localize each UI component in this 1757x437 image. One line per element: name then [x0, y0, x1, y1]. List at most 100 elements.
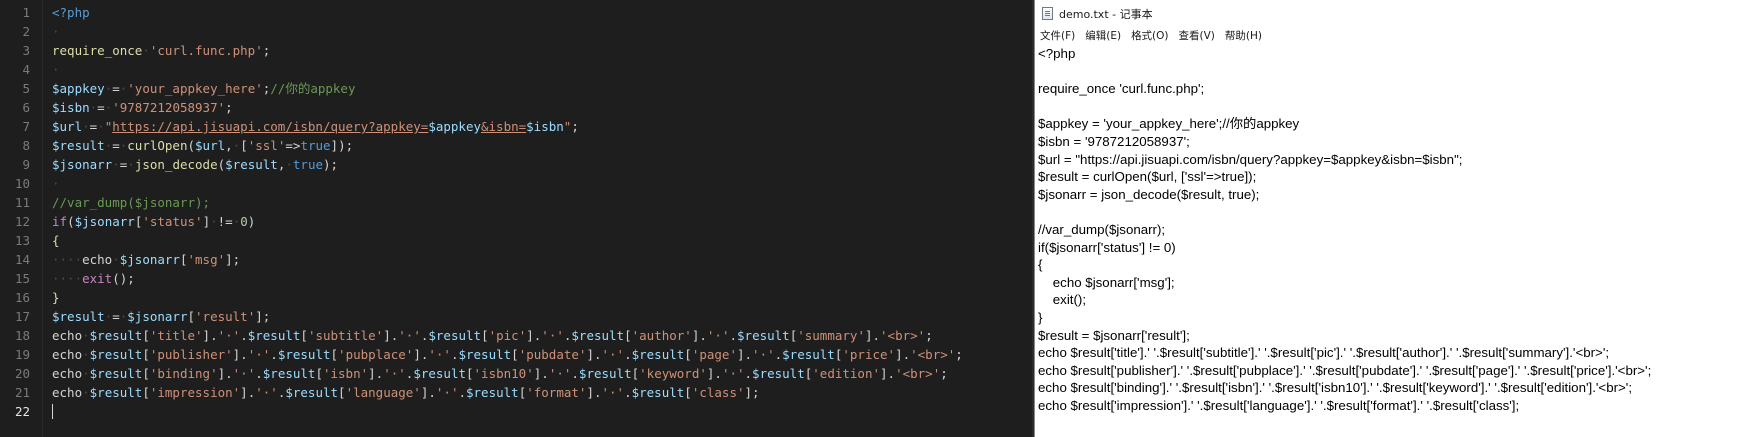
code-line[interactable]: · [52, 174, 60, 193]
code-token: [ [511, 347, 519, 362]
menu-view[interactable]: 查看(V) [1174, 27, 1220, 45]
code-token: ; [225, 100, 233, 115]
code-token: ···· [52, 271, 83, 286]
code-line[interactable]: $isbn·=·'9787212058937'; [52, 98, 233, 117]
code-line[interactable]: { [52, 231, 60, 250]
notepad-line: if($jsonarr['status'] != 0) [1038, 239, 1176, 255]
code-token: · [97, 119, 105, 134]
code-token: != [217, 214, 233, 229]
code-line[interactable]: $result·=·curlOpen($url,·['ssl'=>true]); [52, 136, 353, 155]
code-line[interactable]: $url·=·"https://api.jisuapi.com/isbn/que… [52, 117, 579, 136]
code-line[interactable]: } [52, 288, 60, 307]
code-token: ]. [864, 328, 881, 343]
code-token: · [112, 157, 120, 172]
code-token: https://api.jisuapi.com/isbn/query?appke… [112, 119, 429, 134]
code-line[interactable]: $result·=·$jsonarr['result']; [52, 307, 270, 326]
menu-file[interactable]: 文件(F) [1035, 27, 1080, 45]
notepad-window-title: demo.txt - 记事本 [1059, 7, 1153, 21]
code-token: · [82, 366, 90, 381]
code-token: => [285, 138, 301, 153]
notepad-text-area[interactable]: <?php require_once 'curl.func.php'; $appke… [1035, 44, 1757, 437]
code-token: '·' [541, 328, 564, 343]
notepad-line: $jsonarr = json_decode($result, true); [1038, 186, 1260, 202]
code-token: [ [466, 366, 474, 381]
code-line[interactable]: ····exit(); [52, 269, 135, 288]
code-token: 'result' [195, 309, 256, 324]
menu-format[interactable]: 格式(O) [1126, 27, 1173, 45]
code-line[interactable]: · [52, 22, 60, 41]
line-number: 14 [14, 252, 30, 267]
menu-help[interactable]: 帮助(H) [1220, 27, 1267, 45]
code-token: $url [52, 119, 83, 134]
code-line[interactable]: echo·$result['binding'].'·'.$result['isb… [52, 364, 948, 383]
code-area[interactable]: <?php · require_once·'curl.func.php'; · $app… [52, 0, 1032, 437]
code-token: [ [684, 385, 692, 400]
code-token: = [112, 81, 120, 96]
line-number: 13 [14, 233, 30, 248]
code-token: $result [262, 366, 316, 381]
code-token: · [142, 43, 150, 58]
code-token: $jsonarr [52, 157, 113, 172]
notepad-file-icon [1042, 7, 1053, 20]
code-token: ; [571, 119, 579, 134]
code-token: true [292, 157, 323, 172]
code-line[interactable]: //var_dump($jsonarr); [52, 193, 210, 212]
notepad-titlebar[interactable]: demo.txt - 记事本 [1035, 0, 1757, 27]
code-token: '·' [752, 347, 775, 362]
code-token: ]. [232, 347, 248, 362]
notepad-line: echo $result['title'].' '.$result['subti… [1038, 345, 1610, 361]
code-token: · [210, 214, 218, 229]
line-number: 11 [14, 195, 30, 210]
code-line[interactable]: require_once·'curl.func.php'; [52, 41, 270, 60]
code-token: 'pic' [488, 328, 527, 343]
line-number: 22 [14, 404, 30, 419]
line-number: 5 [22, 81, 30, 96]
code-token: ; [940, 366, 948, 381]
notepad-line: $result = curlOpen($url, ['ssl'=>true]); [1038, 169, 1257, 185]
code-token: $result [782, 347, 835, 362]
code-token: ]. [691, 328, 707, 343]
code-line[interactable]: $jsonarr·=·json_decode($result,·true); [52, 155, 338, 174]
notepad-line: $appkey = 'your_appkey_here';//你的appkey [1038, 116, 1300, 132]
code-line[interactable]: if($jsonarr['status']·!=·0) [52, 212, 255, 231]
code-token: 'subtitle' [307, 328, 384, 343]
notepad-line: { [1038, 257, 1043, 273]
code-editor[interactable]: 1 2 3 4 5 6 7 8 9 10 11 12 13 14 15 16 17 18 19 20 21 22 <?ph… [0, 0, 1032, 437]
code-token: 'class' [691, 385, 745, 400]
code-token: ] [202, 214, 211, 229]
line-number: 9 [22, 157, 30, 172]
code-line[interactable] [42, 402, 1032, 421]
notepad-window[interactable]: demo.txt - 记事本 文件(F) 编辑(E) 格式(O) 查看(V) 帮… [1034, 0, 1757, 437]
code-line[interactable]: ····echo·$jsonarr['msg']; [52, 250, 240, 269]
code-token: curlOpen [127, 138, 188, 153]
code-token: ]; [225, 252, 241, 267]
code-token: ]. [413, 347, 429, 362]
code-token: '9787212058937' [112, 100, 226, 115]
menu-edit[interactable]: 编辑(E) [1080, 27, 1126, 45]
code-line[interactable]: echo·$result['title'].'·'.$result['subti… [52, 326, 933, 345]
code-token: ]; [744, 385, 760, 400]
code-token: · [52, 24, 60, 39]
notepad-line: } [1038, 310, 1043, 325]
code-token: [ [624, 328, 632, 343]
code-token: '·' [255, 385, 278, 400]
code-line[interactable]: $appkey·=·'your_appkey_here';//你的appkey [52, 79, 356, 98]
code-token: · [112, 252, 120, 267]
code-token: · [127, 157, 135, 172]
line-number: 21 [14, 385, 30, 400]
code-token: $result [578, 366, 632, 381]
code-token: . [270, 347, 278, 362]
code-token: $jsonarr [74, 214, 135, 229]
code-line[interactable]: echo·$result['impression'].'·'.$result['… [52, 383, 760, 402]
code-line[interactable]: · [52, 60, 60, 79]
code-token: ( [67, 214, 75, 229]
notepad-line: echo $result['binding'].' '.$result['isb… [1038, 380, 1633, 396]
notepad-line: <?php [1038, 46, 1076, 61]
line-number: 1 [22, 5, 30, 20]
code-token: $result [277, 347, 331, 362]
code-token: $result [752, 366, 805, 381]
code-line[interactable]: <?php [52, 3, 90, 22]
code-token: , [225, 138, 233, 153]
code-line[interactable]: echo·$result['publisher'].'·'.$result['p… [52, 345, 963, 364]
code-token: json_decode [134, 157, 218, 172]
